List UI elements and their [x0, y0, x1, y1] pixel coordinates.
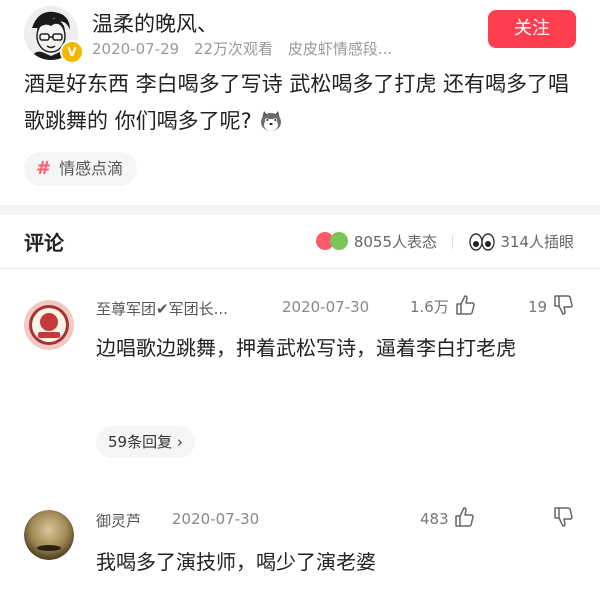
- eyes-icon: [468, 233, 495, 251]
- verified-badge-icon: V: [60, 40, 84, 64]
- replies-label: 59条回复: [108, 433, 173, 451]
- source-channel[interactable]: 皮皮虾情感段...: [288, 40, 392, 58]
- comment-date: 2020-07-30: [172, 510, 260, 528]
- commenter-avatar[interactable]: [24, 510, 74, 560]
- header-divider: [0, 268, 600, 269]
- thumbs-up-icon: [455, 507, 475, 527]
- commenter-name[interactable]: 至尊军团✔军团长...: [96, 298, 228, 319]
- reactions-count: 8055人表态: [353, 233, 438, 251]
- comments-title: 评论: [24, 231, 64, 255]
- dislike-button[interactable]: 19: [528, 294, 574, 316]
- post-meta: 2020-07-29 22万次观看 皮皮虾情感段...: [92, 38, 402, 59]
- post-text: 酒是好东西 李白喝多了写诗 武松喝多了打虎 还有喝多了唱歌跳舞的 你们喝多了呢?: [24, 66, 584, 140]
- dislike-button[interactable]: [552, 506, 574, 528]
- comment-date: 2020-07-30: [282, 298, 370, 316]
- hashtag-icon: #: [36, 158, 52, 179]
- thumbs-down-icon: [554, 295, 573, 315]
- palm-reaction-icon: [329, 232, 348, 250]
- husky-emoji-icon: [260, 111, 281, 131]
- comments-header: 评论 8055人表态 314人插眼: [0, 215, 600, 267]
- topic-tag[interactable]: # 情感点滴: [24, 152, 138, 186]
- comment-text: 边唱歌边跳舞，押着武松写诗，逼着李白打老虎: [96, 336, 516, 360]
- post-date: 2020-07-29: [92, 40, 180, 58]
- post-body: 酒是好东西 李白喝多了写诗 武松喝多了打虎 还有喝多了唱歌跳舞的 你们喝多了呢?: [24, 72, 570, 133]
- view-replies-button[interactable]: 59条回复 ›: [96, 426, 195, 458]
- chevron-right-icon: ›: [176, 433, 183, 451]
- comment-text: 我喝多了演技师，喝少了演老婆: [96, 550, 376, 574]
- reactions-summary[interactable]: 8055人表态 314人插眼: [315, 231, 574, 252]
- thumbs-up-icon: [455, 295, 475, 315]
- like-count: 1.6万: [410, 298, 449, 316]
- thumbs-down-icon: [554, 507, 573, 527]
- like-button[interactable]: 1.6万: [410, 294, 476, 317]
- view-count: 22万次观看: [193, 40, 274, 58]
- eye-count: 314人插眼: [500, 233, 574, 251]
- commenter-avatar[interactable]: [24, 300, 74, 350]
- dislike-count: 19: [528, 298, 548, 316]
- post: V 温柔的晚风、 2020-07-29 22万次观看 皮皮虾情感段... 关注 …: [0, 0, 600, 200]
- follow-button[interactable]: 关注: [488, 10, 576, 48]
- section-divider: [0, 205, 600, 215]
- commenter-name[interactable]: 御灵芦: [96, 510, 141, 531]
- topic-tag-label: 情感点滴: [59, 159, 124, 178]
- like-count: 483: [420, 510, 449, 528]
- reactions-separator: [451, 235, 453, 249]
- like-button[interactable]: 483: [420, 506, 475, 528]
- author-name[interactable]: 温柔的晚风、: [92, 8, 218, 38]
